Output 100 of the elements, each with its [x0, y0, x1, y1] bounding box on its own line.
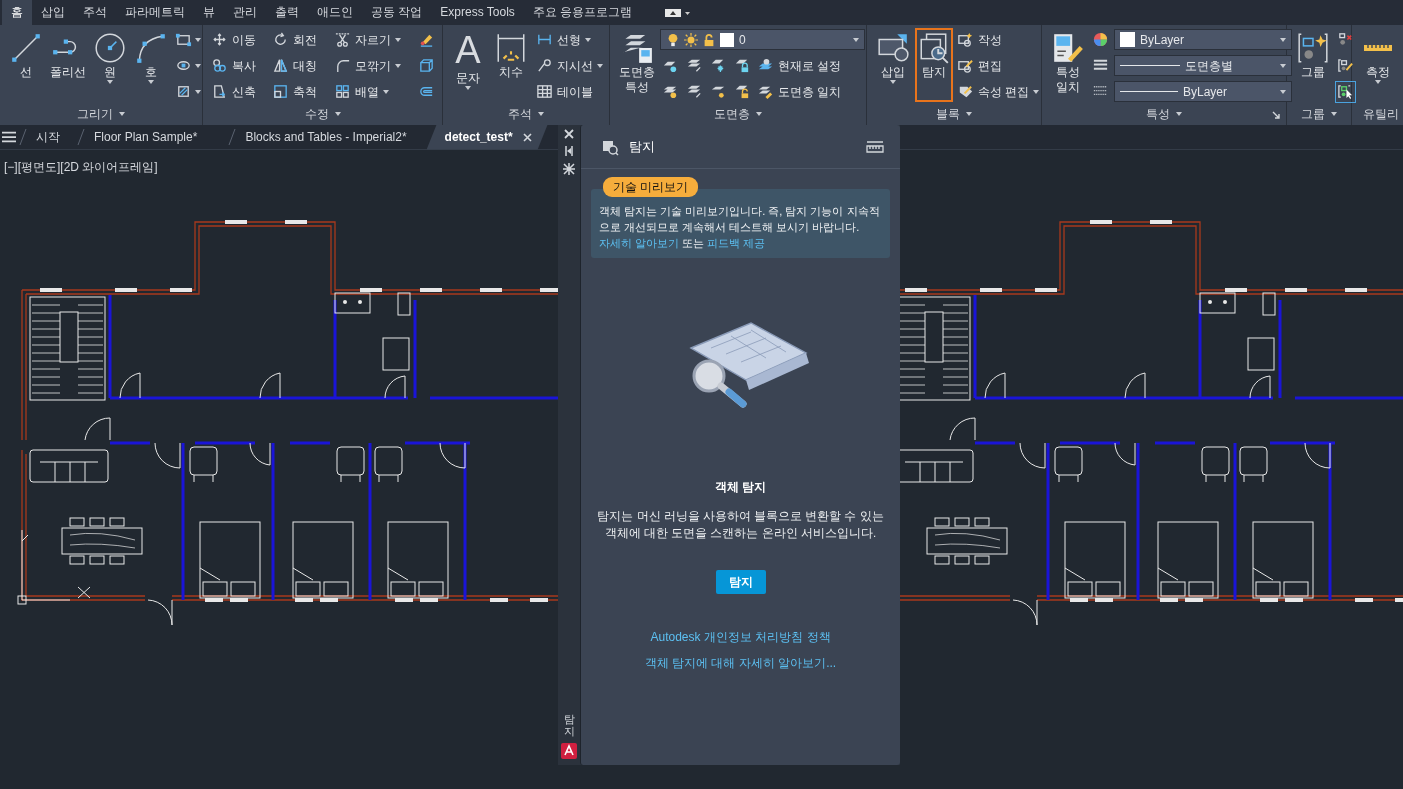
tag-pencil-icon — [957, 83, 974, 100]
ribbon-tab[interactable]: 관리 — [224, 0, 266, 25]
viewport-control[interactable]: [평면도] — [17, 158, 61, 176]
caret-icon — [1176, 112, 1182, 116]
table-icon — [536, 83, 553, 100]
ribbon-tool-button[interactable]: 도면층 특성 — [617, 28, 657, 102]
caret-icon — [1280, 37, 1286, 42]
ribbon-tool-button[interactable]: 그룹 — [1294, 28, 1332, 102]
ribbon-tool-button[interactable]: 특성 일치 — [1049, 28, 1087, 102]
group-icon — [1296, 31, 1330, 65]
ribbon-tool-button[interactable]: 신축 — [210, 80, 257, 103]
ribbon-tool-button[interactable]: A 문자 — [450, 28, 486, 102]
document-tab[interactable]: detect_test* — [426, 124, 548, 150]
group-select-icon — [1337, 83, 1354, 100]
rectangle-icon — [175, 31, 192, 48]
array-icon — [333, 83, 351, 100]
mirror-icon — [272, 57, 290, 74]
color-swatch — [1120, 32, 1135, 47]
match-properties-icon — [1051, 31, 1085, 65]
caret-icon — [538, 112, 544, 116]
palette-side-label[interactable]: 탐지 — [563, 712, 575, 737]
palette-title: 탐지 — [629, 137, 655, 156]
field-value: ByLayer — [1183, 83, 1228, 101]
ribbon-tool-button[interactable]: 테이블 — [535, 80, 594, 103]
dropdown-field[interactable]: ByLayer — [1114, 81, 1292, 102]
menu-icon — [0, 130, 18, 144]
panel-title[interactable]: 그리기 — [77, 105, 113, 123]
ribbon-tool-button[interactable]: 축척 — [271, 80, 319, 103]
line-sample — [1120, 65, 1180, 66]
caret-icon — [1280, 89, 1286, 94]
dropdown-field[interactable]: 0 — [660, 29, 865, 50]
ribbon-tool-button[interactable]: 치수 — [491, 28, 530, 102]
ribbon-tool-button[interactable]: 탐지 — [915, 28, 953, 102]
pin-icon — [564, 145, 574, 157]
ribbon-tool-button[interactable]: 자르기 — [332, 28, 402, 51]
ribbon-tab[interactable]: 공동 작업 — [362, 0, 432, 25]
ribbon-tab[interactable]: 주석 — [74, 0, 116, 25]
ribbon-tool-button[interactable]: 현재로 설정 — [756, 54, 843, 77]
ribbon-tool-button[interactable]: 대칭 — [271, 54, 319, 77]
document-tab[interactable]: Floor Plan Sample* — [86, 124, 228, 150]
caret-icon — [1280, 63, 1286, 68]
document-tab[interactable]: Blocks and Tables - Imperial2* — [237, 124, 421, 150]
ribbon-tool-button[interactable]: 편집 — [956, 54, 1003, 77]
notice-link[interactable]: 피드백 제공 — [707, 236, 766, 249]
block-star-icon — [957, 31, 974, 48]
preview-badge: 기술 미리보기 — [603, 177, 699, 197]
panel-title[interactable]: 도면층 — [714, 105, 750, 123]
close-icon — [522, 132, 532, 142]
layer-arrow-icon — [686, 83, 703, 100]
layer-unlock-icon — [734, 83, 751, 100]
padlock-icon — [702, 32, 716, 47]
ribbon-tab[interactable]: 주요 응용프로그램 — [523, 0, 642, 25]
ribbon-tool-button[interactable]: 호 — [132, 28, 170, 102]
app-icon — [561, 743, 577, 759]
ribbon-tool-button[interactable]: 삽입 — [874, 28, 912, 102]
dropdown-field[interactable]: ByLayer — [1114, 29, 1292, 50]
ribbon-tool-button[interactable]: 작성 — [956, 28, 1003, 51]
viewport-control[interactable]: [2D 와이어프레임] — [60, 158, 158, 176]
ribbon-tab[interactable]: 출력 — [266, 0, 308, 25]
ribbon-tab[interactable]: 파라메트릭 — [116, 0, 194, 25]
ribbon-tool-button[interactable]: 회전 — [271, 28, 319, 51]
viewport-control[interactable]: [−] — [4, 158, 18, 176]
ribbon-tab[interactable]: 삽입 — [32, 0, 74, 25]
panel-title[interactable]: 유틸리 — [1362, 105, 1399, 123]
ribbon-tool-button[interactable]: 폴리선 — [48, 28, 88, 102]
document-tab[interactable]: 시작 — [28, 124, 76, 150]
ribbon-tab[interactable]: 홈 — [2, 0, 32, 25]
sun-icon — [684, 32, 698, 47]
info-link[interactable]: 객체 탐지에 대해 자세히 알아보기... — [644, 654, 837, 673]
dropdown-field[interactable]: 도면층별 — [1114, 55, 1292, 76]
ribbon-tool-button[interactable]: 도면층 일치 — [756, 80, 843, 103]
ribbon-tool-button[interactable]: 배열 — [332, 80, 390, 103]
panel-title[interactable]: 그룹 — [1301, 105, 1325, 123]
move-icon — [211, 31, 228, 48]
ribbon-tool-button[interactable]: 선형 — [535, 28, 592, 51]
hatch-icon — [175, 83, 192, 100]
ribbon-tool-button[interactable]: 복사 — [210, 54, 257, 77]
ribbon-tool-button[interactable]: 모깎기 — [332, 54, 402, 77]
ribbon-tool-button[interactable]: 속성 편집 — [956, 80, 1041, 103]
caret-icon — [853, 37, 859, 42]
panel-title[interactable]: 수정 — [304, 105, 329, 123]
panel-title[interactable]: 주석 — [508, 105, 532, 123]
caret-icon — [334, 112, 341, 116]
ruler-icon — [1361, 44, 1395, 52]
ribbon-tool-button[interactable]: 측정 — [1359, 28, 1397, 102]
ribbon-tab[interactable]: 뷰 — [194, 0, 224, 25]
ribbon-tool-button[interactable]: 원 — [91, 28, 129, 102]
ribbon-tool-button[interactable]: 지시선 — [535, 54, 604, 77]
panel-title[interactable]: 블록 — [936, 105, 960, 123]
group-select-button[interactable] — [1335, 80, 1356, 103]
ribbon-tab[interactable]: Express Tools — [431, 0, 524, 25]
panel-title[interactable]: 특성 — [1146, 105, 1170, 123]
preview-notice: 객체 탐지는 기술 미리보기입니다. 즉, 탐지 기능이 지속적으로 개선되므로 계속해서 테스트해 보시기 바랍니다. 자세히 알아보기 또는 피드백 제공 — [599, 204, 881, 251]
ribbon-tab[interactable]: 애드인 — [308, 0, 362, 25]
caret-icon — [119, 112, 125, 116]
layer-arrow-icon — [686, 57, 703, 74]
ribbon-tool-button[interactable]: 이동 — [210, 28, 257, 51]
info-link[interactable]: Autodesk 개인정보 처리방침 정책 — [650, 628, 831, 647]
ribbon-tool-button[interactable]: 선 — [7, 28, 45, 102]
notice-link[interactable]: 자세히 알아보기 — [599, 236, 680, 249]
